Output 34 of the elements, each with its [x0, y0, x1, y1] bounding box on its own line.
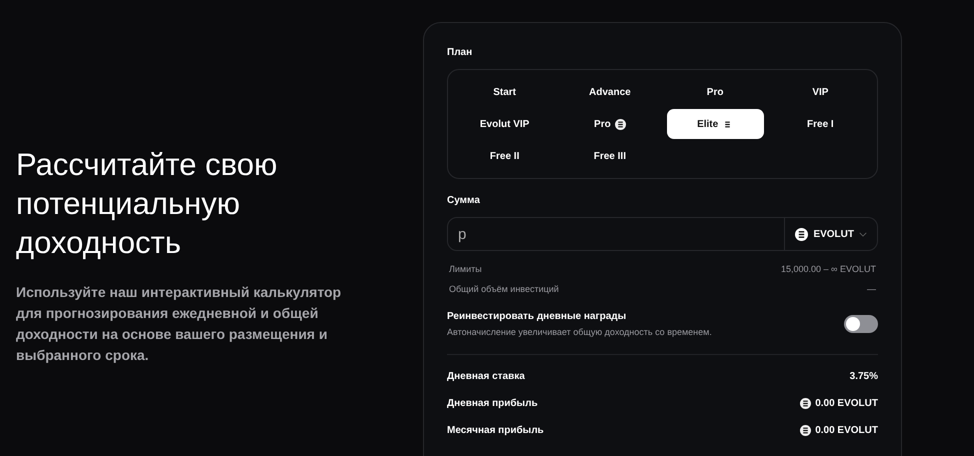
info-label: Лимиты [449, 263, 482, 276]
token-icon [800, 425, 812, 436]
chevron-down-icon [859, 232, 867, 236]
amount-input[interactable]: р [447, 217, 786, 251]
plan-option[interactable]: Free I [772, 109, 869, 139]
result-value: 0.00 EVOLUT [815, 398, 878, 409]
hero-description: Используйте наш интерактивный калькулятор для прогнозирования ежедневной и общей доходности на основе вашего размещения и выбранного срока. [16, 283, 342, 365]
result-value: 3.75% [850, 371, 878, 382]
reinvest-hint: Автоначисление увеличивает общую доходность со временем. [447, 327, 712, 337]
plan-label: План [447, 47, 474, 58]
plan-option[interactable]: Free II [456, 141, 554, 171]
amount-label: Сумма [447, 195, 481, 206]
plan-option[interactable]: VIP [772, 77, 869, 107]
plan-option[interactable]: Start [456, 77, 554, 107]
token-icon [614, 118, 626, 130]
plan-option[interactable]: Evolut VIP [456, 109, 554, 139]
plan-option[interactable]: Pro [561, 109, 658, 139]
reinvest-title: Реинвестировать дневные награды [447, 311, 628, 322]
token-icon [795, 228, 808, 240]
token-icon [800, 398, 812, 409]
info-value: 15,000.00 – ∞ EVOLUT [781, 263, 876, 276]
plan-option[interactable]: Advance [561, 77, 658, 107]
info-label: Общий объём инвестиций [449, 283, 559, 296]
currency-dropdown[interactable]: EVOLUT [785, 217, 878, 251]
result-label: Дневная ставка [447, 371, 525, 382]
plan-option[interactable]: Elite [666, 109, 764, 139]
plan-option[interactable]: Pro [666, 77, 764, 107]
result-label: Дневная прибыль [447, 398, 538, 409]
plan-option[interactable]: Free III [561, 141, 658, 171]
hero-title: Рассчитайте свою потенциальную доходность [16, 146, 278, 262]
result-value: 0.00 EVOLUT [815, 425, 878, 436]
info-value: — [867, 283, 876, 296]
result-label: Месячная прибыль [447, 425, 544, 436]
toggle-switch[interactable] [844, 315, 878, 333]
